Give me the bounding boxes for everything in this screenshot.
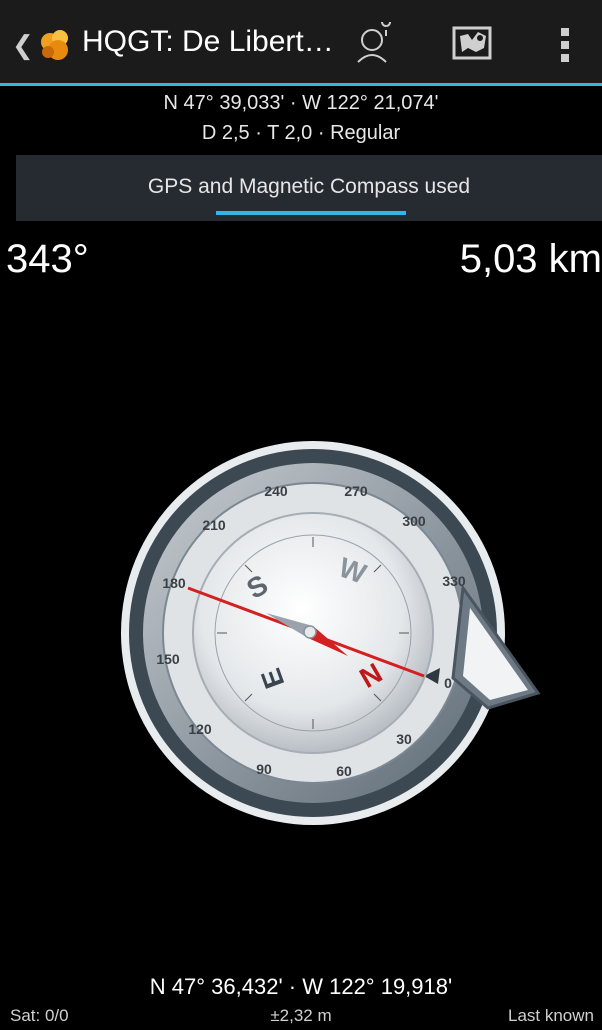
outer-tick-label: 150: [156, 651, 180, 667]
outer-tick-label: 330: [442, 573, 466, 589]
outer-tick-label: 300: [402, 513, 426, 529]
sensor-status-label: GPS and Magnetic Compass used: [147, 175, 471, 198]
sensor-status-indicator: [216, 211, 406, 215]
bearing-value: 343°: [6, 237, 89, 281]
outer-tick-label: 0: [444, 675, 452, 691]
target-coordinates: N 47° 39,033' · W 122° 21,074': [163, 92, 439, 114]
compass-rose: 240 270 300 330 0 30 60 90 120 150 180 2…: [121, 441, 541, 825]
outer-tick-label: 270: [344, 483, 368, 499]
cache-difficulty-terrain-size: D 2,5 · T 2,0 · Regular: [201, 122, 401, 144]
overflow-menu-icon[interactable]: [548, 22, 582, 66]
location-provider: Last known: [508, 1006, 594, 1025]
sensor-status-bar[interactable]: GPS and Magnetic Compass used: [16, 155, 602, 221]
current-coordinates: N 47° 36,432' · W 122° 19,918': [149, 974, 453, 999]
action-bar: ❮ HQGT: De Libert…: [0, 0, 602, 86]
outer-tick-label: 60: [336, 763, 352, 779]
chevron-left-icon[interactable]: ❮: [12, 30, 34, 61]
geocache-logo-icon[interactable]: [36, 26, 74, 64]
map-icon[interactable]: [448, 22, 496, 66]
navigate-person-icon[interactable]: [352, 22, 400, 66]
outer-tick-label: 240: [264, 483, 288, 499]
outer-tick-label: 30: [396, 731, 412, 747]
outer-tick-label: 180: [162, 575, 186, 591]
outer-tick-label: 210: [202, 517, 226, 533]
outer-tick-label: 90: [256, 761, 272, 777]
distance-value: 5,03 km: [459, 237, 602, 281]
outer-tick-label: 120: [188, 721, 212, 737]
page-title[interactable]: HQGT: De Libert…: [82, 25, 334, 59]
